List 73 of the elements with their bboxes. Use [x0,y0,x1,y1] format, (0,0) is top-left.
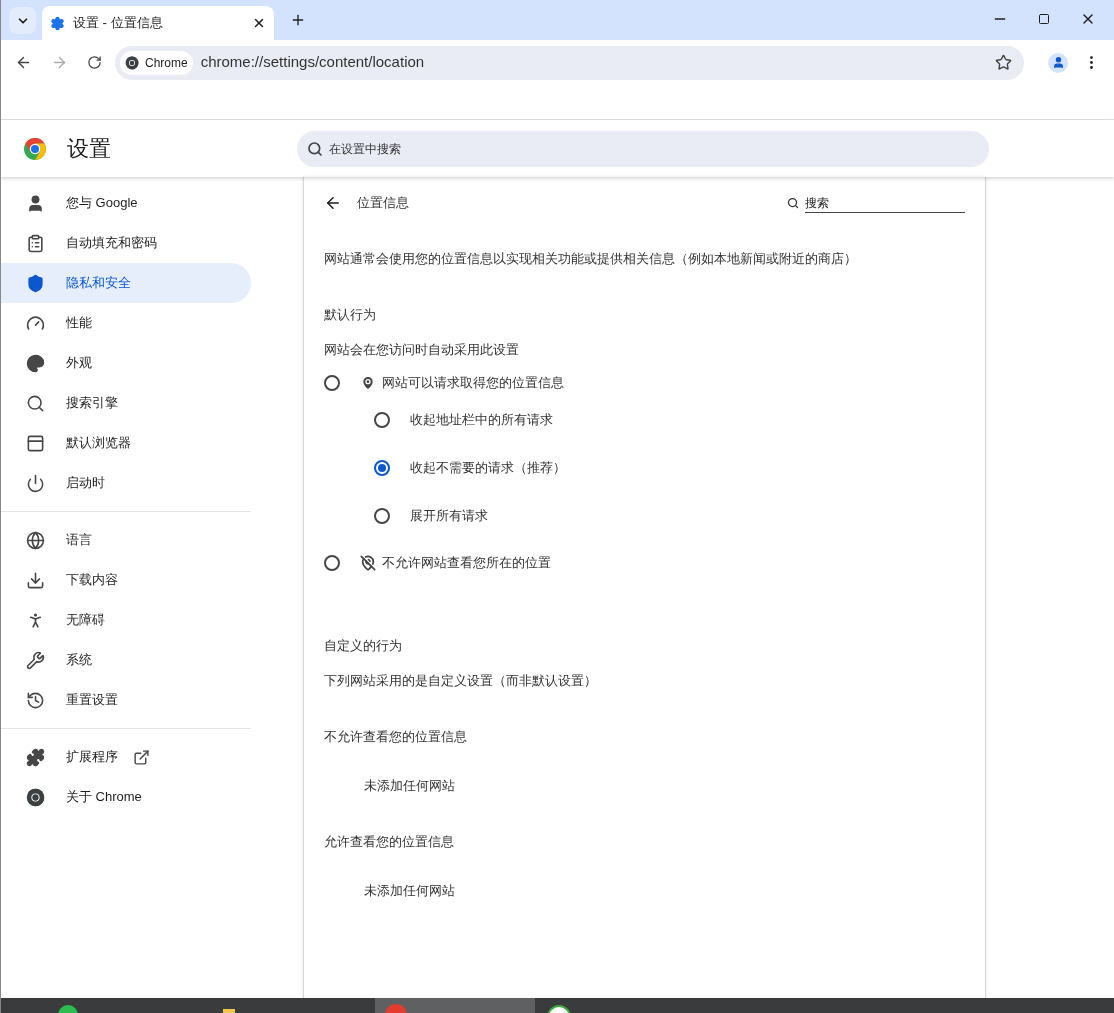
option-label: 网站可以请求取得您的位置信息 [382,373,564,392]
search-icon [26,393,45,413]
sidebar-item[interactable]: 性能 [1,303,251,343]
radio-button[interactable] [324,374,340,391]
sidebar-item[interactable]: 重置设置 [1,680,251,720]
address-bar[interactable]: Chrome chrome://settings/content/location [115,45,1024,80]
section-subtitle: 下列网站采用的是自定义设置（而非默认设置） [324,672,598,690]
person-icon [26,193,45,213]
settings-search-field[interactable]: 在设置中搜索 [297,130,989,167]
sidebar-item[interactable]: 外观 [1,343,251,383]
sidebar-item[interactable]: 下载内容 [1,560,251,600]
sidebar-item[interactable]: 系统 [1,640,251,680]
power-icon [26,473,45,493]
chrome-logo-icon [26,787,45,807]
external-link-icon[interactable] [133,748,150,766]
bookmark-star-icon[interactable] [995,54,1012,71]
section-heading: 默认行为 [324,305,377,324]
location-off-icon [360,554,376,571]
chrome-logo-icon [23,136,47,161]
history-icon [26,690,45,710]
search-icon [307,140,323,157]
section-heading: 自定义的行为 [324,636,403,655]
option-label: 展开所有请求 [410,506,488,525]
puzzle-icon [26,747,45,767]
radio-button[interactable] [374,459,390,476]
sidebar-item[interactable]: 语言 [1,520,251,560]
chrome-logo-icon [125,55,139,70]
back-icon[interactable] [15,54,32,71]
new-tab-icon[interactable] [290,12,306,28]
list-heading: 允许查看您的位置信息 [324,832,455,851]
sidebar-item[interactable]: 无障碍 [1,600,251,640]
radio-button[interactable] [374,411,390,428]
reload-icon[interactable] [87,55,102,70]
option-label: 收起不需要的请求（推荐） [410,458,566,477]
page-title: 位置信息 [357,194,410,213]
sidebar-item[interactable]: 您与 Google [1,183,251,223]
description-text: 网站通常会使用您的位置信息以实现相关功能或提供相关信息（例如本地新闻或附近的商店） [324,250,858,268]
browser-tab[interactable]: 设置 - 位置信息 [42,6,274,40]
sidebar-item[interactable]: 自动填充和密码 [1,223,251,263]
site-chip[interactable]: Chrome [120,50,193,75]
empty-list-text: 未添加任何网站 [363,882,456,900]
sidebar-item[interactable]: 默认浏览器 [1,423,251,463]
radio-button[interactable] [374,507,390,524]
empty-list-text: 未添加任何网站 [363,777,456,795]
tab-title: 设置 - 位置信息 [73,14,164,33]
search-field[interactable]: 搜索 [805,193,965,213]
sidebar-item[interactable]: 搜索引擎 [1,383,251,423]
browser-window-icon [26,433,45,453]
settings-title: 设置 [67,135,112,163]
option-label: 收起地址栏中的所有请求 [410,410,553,429]
clipboard-icon [26,233,45,253]
sidebar-item[interactable]: 启动时 [1,463,251,503]
sidebar-item[interactable]: 扩展程序 [1,737,251,777]
sidebar-item[interactable]: 关于 Chrome [1,777,251,817]
url-text: chrome://settings/content/location [200,52,426,73]
maximize-icon[interactable] [1038,13,1050,25]
location-pin-icon [360,374,376,391]
palette-icon [26,353,45,373]
section-subtitle: 网站会在您访问时自动采用此设置 [324,341,520,359]
gauge-icon [26,313,45,333]
search-icon [787,197,799,209]
option-label: 不允许网站查看您所在的位置 [382,553,551,572]
wrench-icon [26,650,45,670]
shield-icon [26,273,45,293]
radio-button[interactable] [324,554,340,571]
globe-icon [26,530,45,550]
tab-list-button[interactable] [9,7,36,34]
close-tab-icon[interactable] [252,16,266,30]
download-icon [26,570,45,590]
profile-avatar[interactable] [1048,52,1068,73]
list-heading: 不允许查看您的位置信息 [324,727,468,746]
settings-icon [50,15,65,31]
sidebar-item[interactable]: 隐私和安全 [1,263,251,303]
